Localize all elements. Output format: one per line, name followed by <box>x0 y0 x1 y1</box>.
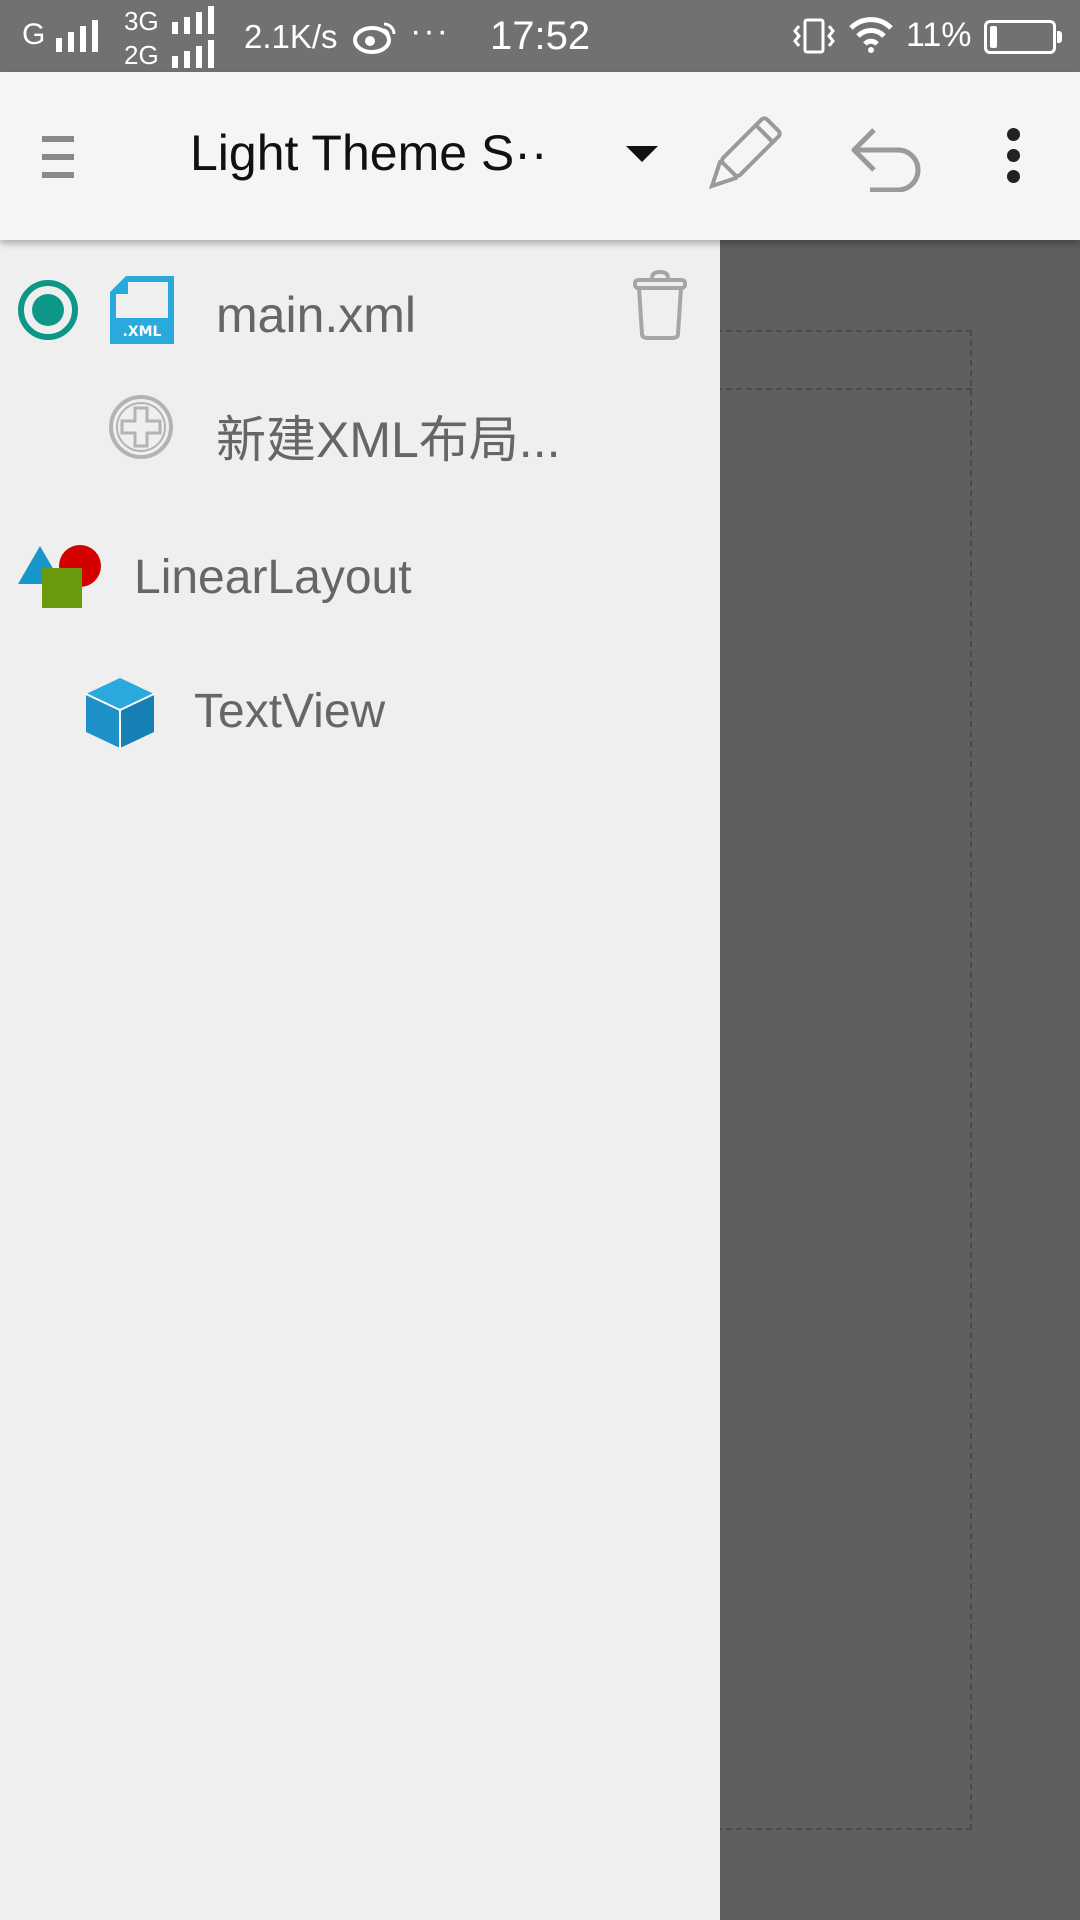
theme-selector-title[interactable]: Light Theme S·· <box>190 124 548 182</box>
battery-level <box>990 26 998 48</box>
trash-icon[interactable] <box>632 269 688 347</box>
network-speed: 2.1K/s <box>244 18 338 55</box>
cube-icon <box>84 676 156 755</box>
add-circle-icon[interactable] <box>108 394 174 465</box>
signal-icon <box>56 18 108 52</box>
tree-node-label: LinearLayout <box>134 551 412 604</box>
status-bar: G 3G 2G 2.1K/s ··· 17:52 11% <box>0 0 1080 72</box>
more-vert-icon[interactable] <box>1000 128 1028 184</box>
clock: 17:52 <box>490 14 591 58</box>
svg-text:.XML: .XML <box>123 324 162 340</box>
network-type-bottom: 2G <box>124 40 159 70</box>
menu-icon[interactable] <box>42 136 74 178</box>
xml-file-icon: .XML <box>108 274 176 351</box>
carrier-label: G <box>22 18 46 51</box>
signal-icon <box>172 40 224 68</box>
file-name: main.xml <box>216 287 417 343</box>
new-layout-label: 新建XML布局... <box>216 412 561 468</box>
wifi-icon <box>848 14 894 59</box>
notification-more: ··· <box>410 12 450 50</box>
tree-node-label: TextView <box>194 685 386 738</box>
undo-icon[interactable] <box>848 124 924 197</box>
battery-icon <box>984 20 1062 54</box>
battery-percent: 11% <box>906 16 972 54</box>
toolbar: Light Theme S·· <box>0 72 1080 240</box>
pencil-icon[interactable] <box>696 112 786 207</box>
layout-shapes-icon <box>18 544 104 619</box>
signal-icon <box>172 6 224 34</box>
weibo-icon <box>352 20 398 59</box>
vibrate-icon <box>792 16 836 61</box>
layout-drawer: .XML main.xml 新建XML布局... LinearLayout Te… <box>0 240 720 1920</box>
dropdown-icon[interactable] <box>626 146 658 171</box>
network-type-top: 3G <box>124 6 159 36</box>
radio-selected-icon[interactable] <box>18 280 78 340</box>
